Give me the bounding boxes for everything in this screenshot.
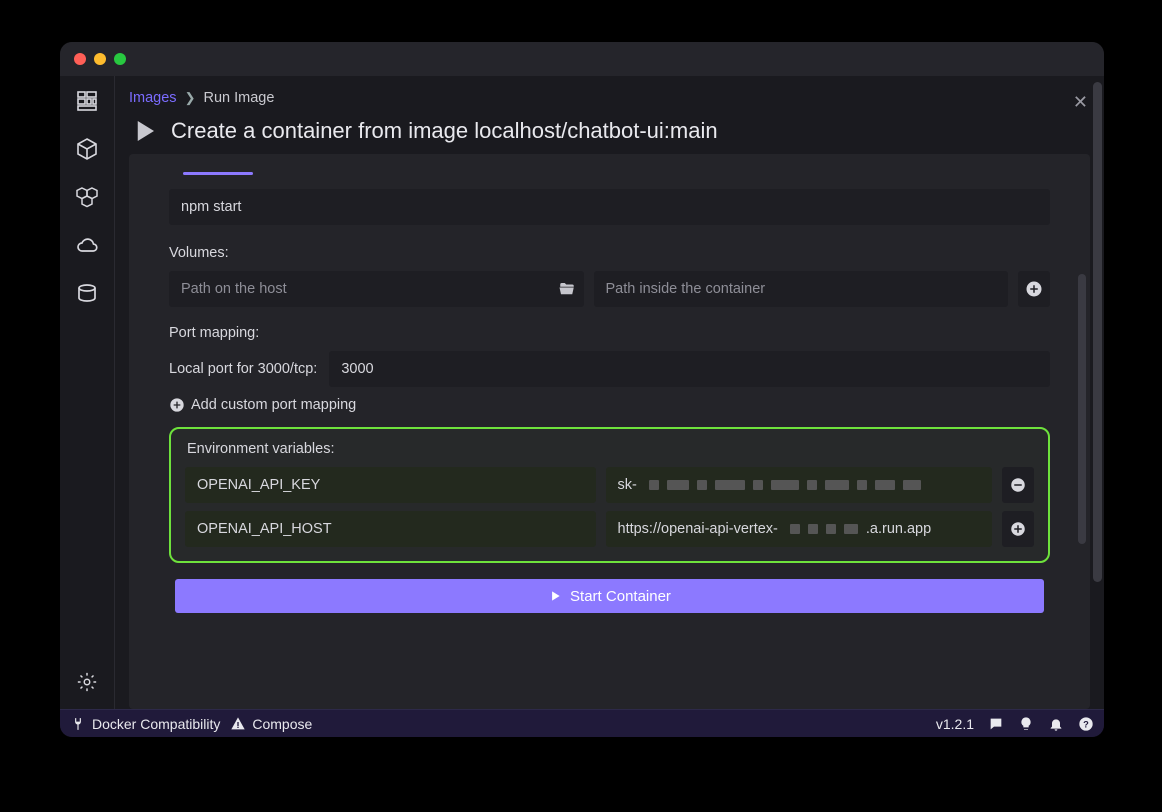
environment-variables-section: Environment variables: sk- <box>169 427 1050 563</box>
window-minimize-button[interactable] <box>94 53 106 65</box>
window-maximize-button[interactable] <box>114 53 126 65</box>
bell-icon[interactable] <box>1048 716 1064 732</box>
status-compose[interactable]: Compose <box>230 716 312 732</box>
breadcrumb: Images ❯ Run Image <box>129 90 1084 106</box>
add-port-mapping-button[interactable]: Add custom port mapping <box>169 397 1050 413</box>
dashboard-icon[interactable] <box>74 88 100 114</box>
env-row: sk- <box>185 467 1034 503</box>
port-row: Local port for 3000/tcp: <box>169 351 1050 387</box>
app-window: Images ❯ Run Image Create a container fr… <box>60 42 1104 737</box>
port-label: Local port for 3000/tcp: <box>169 361 317 377</box>
env-label: Environment variables: <box>187 441 1034 457</box>
page-title: Create a container from image localhost/… <box>171 118 718 144</box>
port-input[interactable] <box>329 351 1050 387</box>
titlebar <box>60 42 1104 76</box>
start-container-label: Start Container <box>570 588 671 605</box>
volumes-row <box>169 271 1050 307</box>
help-icon[interactable]: ? <box>1078 716 1094 732</box>
add-env-button[interactable] <box>1002 511 1034 547</box>
volume-container-path-input[interactable] <box>594 271 1009 307</box>
panel-scrollbar[interactable] <box>1078 274 1086 544</box>
form-panel: Volumes: <box>129 154 1090 709</box>
chat-icon[interactable] <box>988 716 1004 732</box>
status-bar: Docker Compatibility Compose v1.2.1 ? <box>60 709 1104 737</box>
window-close-button[interactable] <box>74 53 86 65</box>
chevron-right-icon: ❯ <box>185 90 196 106</box>
plug-icon <box>70 716 86 732</box>
outer-scrollbar[interactable] <box>1093 82 1102 582</box>
env-value-input[interactable] <box>606 511 993 547</box>
port-mapping-label: Port mapping: <box>169 325 1050 341</box>
start-container-button[interactable]: Start Container <box>175 579 1044 613</box>
env-value-input[interactable] <box>606 467 993 503</box>
version-label: v1.2.1 <box>936 716 974 732</box>
settings-icon[interactable] <box>74 669 100 695</box>
images-icon[interactable] <box>74 184 100 210</box>
breadcrumb-current: Run Image <box>203 90 274 106</box>
active-tab-indicator <box>183 172 253 175</box>
volumes-icon[interactable] <box>74 280 100 306</box>
cloud-icon[interactable] <box>74 232 100 258</box>
lightbulb-icon[interactable] <box>1018 716 1034 732</box>
play-icon <box>129 116 159 146</box>
add-volume-button[interactable] <box>1018 271 1050 307</box>
warning-icon <box>230 716 246 732</box>
env-name-input[interactable] <box>185 511 596 547</box>
sidebar-rail <box>60 76 115 709</box>
browse-folder-icon[interactable] <box>558 280 576 298</box>
env-name-input[interactable] <box>185 467 596 503</box>
command-input[interactable] <box>169 189 1050 225</box>
status-docker-compat[interactable]: Docker Compatibility <box>70 716 220 732</box>
svg-text:?: ? <box>1083 719 1089 729</box>
add-port-label: Add custom port mapping <box>191 397 356 413</box>
volumes-label: Volumes: <box>169 245 1050 261</box>
close-button[interactable]: ✕ <box>1073 92 1088 113</box>
remove-env-button[interactable] <box>1002 467 1034 503</box>
volume-host-path-input[interactable] <box>169 271 584 307</box>
containers-icon[interactable] <box>74 136 100 162</box>
play-icon <box>548 589 562 603</box>
breadcrumb-images[interactable]: Images <box>129 90 177 106</box>
env-row: https://openai-api-vertex- .a.run.app <box>185 511 1034 547</box>
window-traffic-lights <box>74 53 126 65</box>
main-area: Images ❯ Run Image Create a container fr… <box>115 76 1104 709</box>
page-header: Images ❯ Run Image Create a container fr… <box>115 76 1104 152</box>
body-row: Images ❯ Run Image Create a container fr… <box>60 76 1104 709</box>
